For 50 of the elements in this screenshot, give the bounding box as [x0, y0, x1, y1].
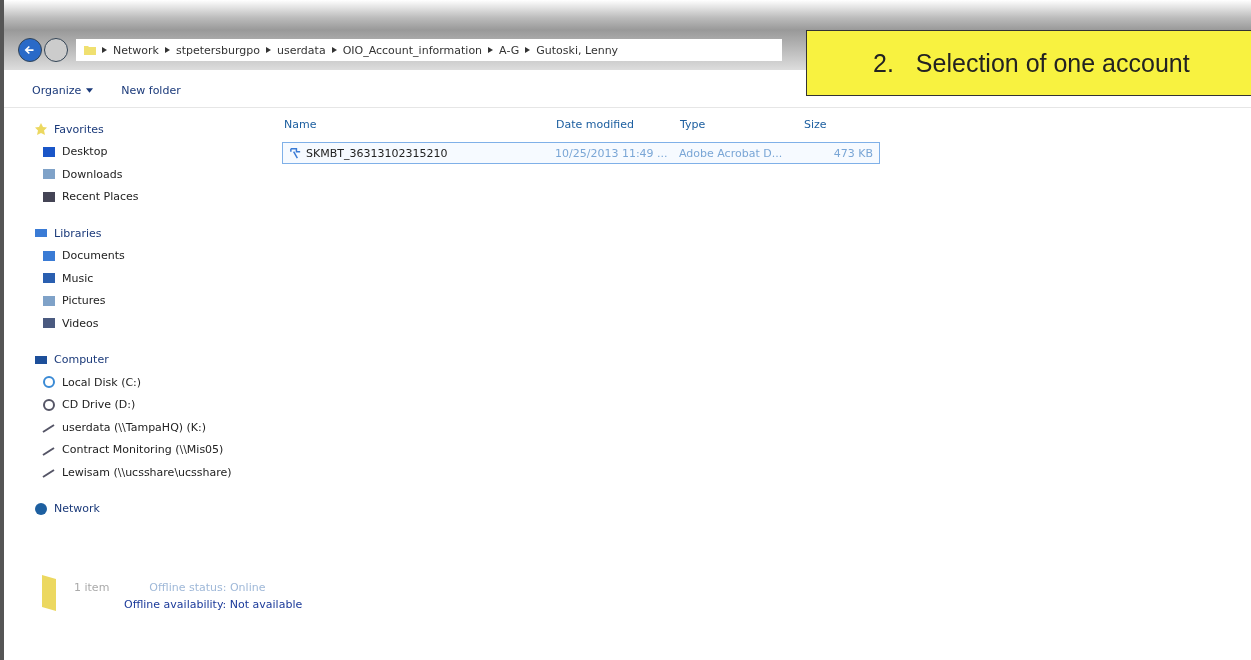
- table-cell-text: 473 KB: [832, 146, 874, 160]
- nav-item[interactable]: Lewisam (\\ucsshare\ucsshare): [34, 461, 264, 484]
- nav-item[interactable]: userdata (\\TampaHQ) (K:): [34, 416, 264, 439]
- nav-item[interactable]: Music: [34, 267, 264, 290]
- breadcrumb-item[interactable]: Network: [113, 43, 159, 57]
- toolbar-button[interactable]: New folder: [121, 84, 181, 97]
- nav-item[interactable]: Network: [34, 497, 264, 520]
- nav-item[interactable]: Downloads: [34, 163, 264, 186]
- column-header[interactable]: Type: [680, 117, 804, 131]
- column-header[interactable]: Date modified: [556, 117, 680, 131]
- breadcrumb-item[interactable]: userdata: [277, 43, 326, 57]
- table-cell-text: Adobe Acrobat D...: [679, 146, 784, 160]
- nav-item[interactable]: Contract Monitoring (\\Mis05): [34, 438, 264, 461]
- nav-item[interactable]: Recent Places: [34, 185, 264, 208]
- back-arrow-icon: [23, 43, 37, 57]
- chevron-icon: [525, 47, 531, 53]
- nav-item[interactable]: Pictures: [34, 289, 264, 312]
- column-header[interactable]: Size: [804, 117, 878, 131]
- nav-item[interactable]: Videos: [34, 312, 264, 335]
- nav-item[interactable]: Desktop: [34, 140, 264, 163]
- address-bar[interactable]: Network stpetersburgpo userdata OIO_Account_information A-G Gutoski, Lenny: [76, 39, 782, 61]
- nav-item[interactable]: Documents: [34, 244, 264, 267]
- column-header[interactable]: Name: [284, 117, 556, 131]
- star-icon: [34, 122, 48, 137]
- offline-availability: Offline availability: Not available: [124, 598, 303, 611]
- table-cell: SKMBT_36313102315210: [283, 146, 555, 160]
- chevron-icon: [164, 47, 170, 53]
- chevron-icon: [102, 47, 107, 53]
- chevron-icon: [266, 47, 272, 53]
- step-number: 2.: [873, 48, 894, 78]
- item-count: 1 item: [74, 581, 110, 594]
- organize-menu[interactable]: Organize: [32, 84, 94, 97]
- caret-icon: [86, 88, 94, 93]
- callout-text: Selection of one account: [915, 48, 1190, 78]
- forward-button[interactable]: [44, 38, 68, 62]
- table-cell-text: 10/25/2013 11:49 ...: [555, 146, 669, 160]
- file-row[interactable]: SKMBT_36313102315210 10/25/2013 11:49 ... Adobe Acrobat D... 473 KB: [282, 142, 880, 164]
- chevron-icon: [488, 47, 494, 53]
- nav-item[interactable]: Libraries: [34, 222, 264, 245]
- nav-item[interactable]: Computer: [34, 348, 264, 371]
- offline-status: Offline status: Online: [149, 581, 266, 594]
- nav-item[interactable]: Local Disk (C:): [34, 371, 264, 394]
- breadcrumb-item[interactable]: OIO_Account_information: [342, 43, 483, 57]
- nav-item[interactable]: CD Drive (D:): [34, 393, 264, 416]
- breadcrumb-item[interactable]: A-G: [499, 43, 520, 57]
- breadcrumb-item[interactable]: Gutoski, Lenny: [536, 43, 619, 57]
- breadcrumb-item[interactable]: stpetersburgpo: [175, 43, 261, 57]
- back-button[interactable]: [18, 38, 42, 62]
- chevron-icon: [331, 47, 337, 53]
- nav-item[interactable]: Favorites: [34, 118, 264, 141]
